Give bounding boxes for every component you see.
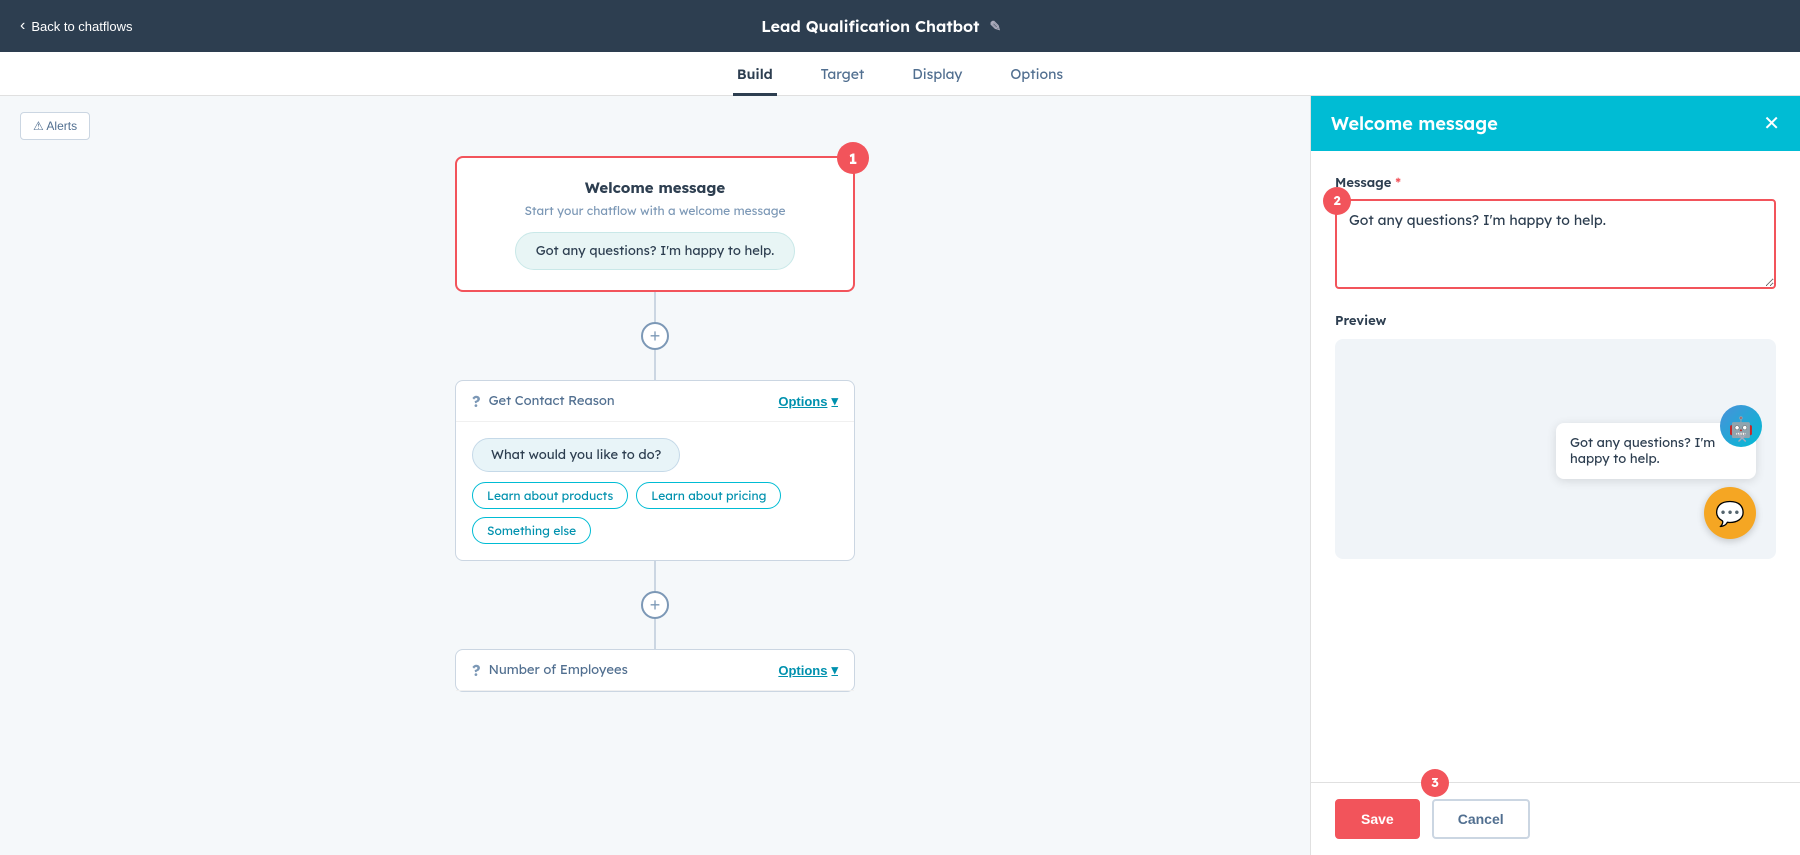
back-to-chatflows-button[interactable]: ‹ Back to chatflows xyxy=(20,17,132,35)
employees-options-button[interactable]: Options ▾ xyxy=(778,662,838,678)
step-badge-2: 2 xyxy=(1323,187,1351,215)
step-badge-3: 3 xyxy=(1421,769,1449,797)
step-badge-1: 1 xyxy=(837,142,869,174)
contact-reason-node: ? Get Contact Reason Options ▾ What woul… xyxy=(455,380,855,561)
choices-row: Learn about products Learn about pricing… xyxy=(472,482,838,544)
employees-node: ? Number of Employees Options ▾ xyxy=(455,649,855,692)
tab-build[interactable]: Build xyxy=(733,55,777,96)
contact-reason-question: What would you like to do? xyxy=(472,438,680,472)
welcome-node-title: Welcome message xyxy=(477,178,833,197)
welcome-message-bubble: Got any questions? I'm happy to help. xyxy=(515,232,796,270)
welcome-bubble-container: Got any questions? I'm happy to help. xyxy=(477,232,833,270)
add-step-button-2[interactable]: + xyxy=(641,591,669,619)
required-star: * xyxy=(1395,175,1401,191)
panel-close-button[interactable]: ✕ xyxy=(1763,114,1780,134)
contact-reason-body: What would you like to do? Learn about p… xyxy=(456,422,854,560)
add-step-button-1[interactable]: + xyxy=(641,322,669,350)
message-textarea[interactable] xyxy=(1335,199,1776,289)
chatbot-title-area: Lead Qualification Chatbot ✎ xyxy=(132,16,1630,36)
contact-reason-options-button[interactable]: Options ▾ xyxy=(778,393,838,409)
connector-2: + xyxy=(641,561,669,649)
flow-canvas: 1 Welcome message Start your chatflow wi… xyxy=(0,116,1310,692)
tabs-bar: Build Target Display Options xyxy=(0,52,1800,96)
options-label-1: Options xyxy=(778,394,827,409)
panel-header: Welcome message ✕ xyxy=(1311,96,1800,151)
employees-header: ? Number of Employees Options ▾ xyxy=(456,650,854,691)
save-button[interactable]: Save xyxy=(1335,799,1420,839)
canvas-area: ⚠ Alerts 1 Welcome message Start your ch… xyxy=(0,96,1310,855)
preview-section: Preview 🤖 ✕ Got any questions? I'm happy… xyxy=(1335,313,1776,559)
chat-widget-icon[interactable]: 💬 xyxy=(1704,487,1756,539)
back-label: Back to chatflows xyxy=(31,19,132,34)
choice-learn-products[interactable]: Learn about products xyxy=(472,482,628,509)
options-label-2: Options xyxy=(778,663,827,678)
tab-options[interactable]: Options xyxy=(1006,55,1067,96)
edit-title-icon[interactable]: ✎ xyxy=(990,17,1002,35)
contact-reason-title: Get Contact Reason xyxy=(489,393,615,409)
message-input-wrapper: 2 xyxy=(1335,199,1776,293)
chatbot-title: Lead Qualification Chatbot xyxy=(761,16,979,36)
question-icon-1: ? xyxy=(472,391,481,411)
connector-line-1 xyxy=(654,292,656,322)
panel-title: Welcome message xyxy=(1331,112,1498,135)
preview-bubble-text: Got any questions? I'm happy to help. xyxy=(1570,435,1715,467)
contact-reason-header: ? Get Contact Reason Options ▾ xyxy=(456,381,854,422)
welcome-node-subtitle: Start your chatflow with a welcome messa… xyxy=(477,203,833,218)
employees-options-chevron-icon: ▾ xyxy=(831,662,838,678)
employees-title: Number of Employees xyxy=(489,662,628,678)
main-layout: ⚠ Alerts 1 Welcome message Start your ch… xyxy=(0,96,1800,855)
options-chevron-icon: ▾ xyxy=(831,393,838,409)
preview-bubble-close-icon[interactable]: ✕ xyxy=(1736,429,1748,447)
panel-body: Message * 2 Preview 🤖 ✕ Got any question… xyxy=(1311,151,1800,782)
connector-line-2 xyxy=(654,561,656,591)
connector-1: + xyxy=(641,292,669,380)
cancel-button[interactable]: Cancel xyxy=(1432,799,1530,839)
choice-something-else[interactable]: Something else xyxy=(472,517,591,544)
message-field-label: Message * xyxy=(1335,175,1776,191)
preview-box: 🤖 ✕ Got any questions? I'm happy to help… xyxy=(1335,339,1776,559)
panel-footer: 3 Save Cancel xyxy=(1311,782,1800,855)
tab-display[interactable]: Display xyxy=(908,55,966,96)
employees-header-left: ? Number of Employees xyxy=(472,660,628,680)
welcome-message-node[interactable]: 1 Welcome message Start your chatflow wi… xyxy=(455,156,855,292)
question-icon-2: ? xyxy=(472,660,481,680)
top-navigation: ‹ Back to chatflows Lead Qualification C… xyxy=(0,0,1800,52)
back-chevron-icon: ‹ xyxy=(20,17,25,35)
choice-learn-pricing[interactable]: Learn about pricing xyxy=(636,482,781,509)
alerts-button[interactable]: ⚠ Alerts xyxy=(20,112,90,140)
connector-line-1b xyxy=(654,350,656,380)
contact-reason-header-left: ? Get Contact Reason xyxy=(472,391,615,411)
tab-target[interactable]: Target xyxy=(817,55,869,96)
chat-preview-bubble: 🤖 ✕ Got any questions? I'm happy to help… xyxy=(1556,423,1756,479)
right-panel: Welcome message ✕ Message * 2 Preview 🤖 xyxy=(1310,96,1800,855)
preview-label: Preview xyxy=(1335,313,1776,329)
connector-line-2b xyxy=(654,619,656,649)
